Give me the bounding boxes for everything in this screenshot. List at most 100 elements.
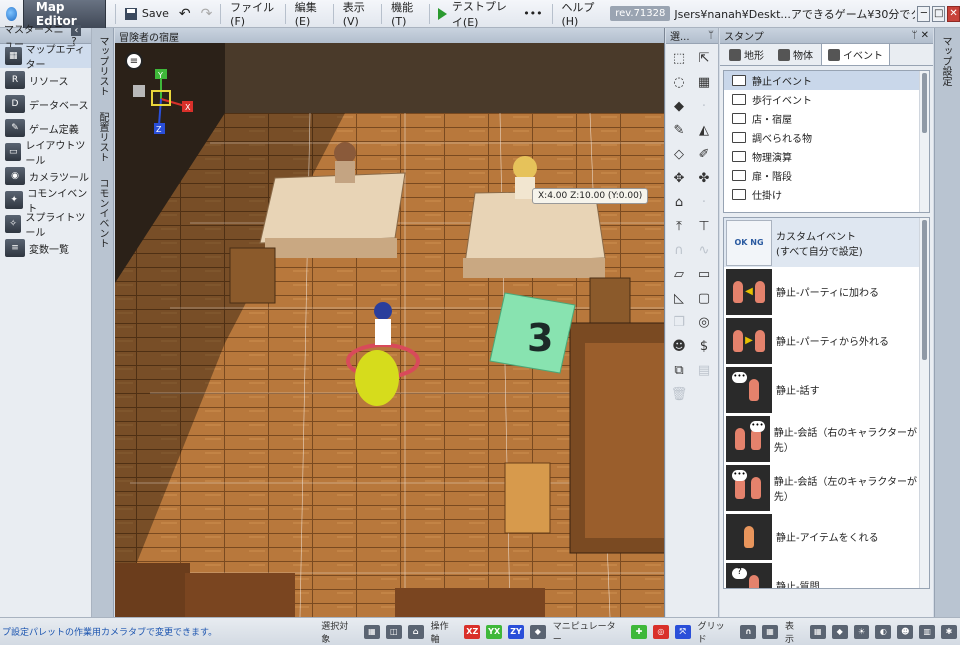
axis-xz-button[interactable]: XZ — [464, 624, 481, 639]
test-play-button[interactable]: テストプレイ(E) — [433, 0, 517, 29]
trash-icon: 🗑 — [670, 387, 688, 402]
circle-tool-icon[interactable]: ◎ — [693, 312, 715, 333]
event-join-party[interactable]: ◀ 静止-パーティに加わる — [724, 267, 929, 316]
rotate-gizmo-icon[interactable]: ◎ — [652, 624, 669, 639]
event-question[interactable]: ? 静止-質問 — [724, 561, 929, 588]
eyedropper-icon[interactable]: ✐ — [693, 144, 715, 165]
map-viewport[interactable]: 冒険者の宿屋 3 Y X Z ≡ X:4.00 Z:10.00 (Y:0.00) — [115, 28, 665, 617]
box-icon[interactable]: ▢ — [693, 288, 715, 309]
display-shadow-icon[interactable]: ◐ — [875, 624, 892, 639]
event-talk[interactable]: ••• 静止-話す — [724, 365, 929, 414]
character-icon[interactable]: ☻ — [668, 336, 690, 357]
folder-door-stairs[interactable]: 扉・階段 — [724, 166, 929, 185]
table-left[interactable] — [259, 172, 406, 258]
save-button[interactable]: Save — [119, 3, 174, 25]
blank-tool-icon: · — [701, 195, 707, 210]
tab-placement-list[interactable]: 配置リスト — [92, 104, 113, 170]
event-leave-party[interactable]: ▶ 静止-パーティから外れる — [724, 316, 929, 365]
select-event-icon[interactable]: ⌂ — [407, 624, 424, 639]
event-list-scrollbar[interactable] — [919, 218, 929, 588]
master-item-resource[interactable]: R リソース — [0, 68, 91, 92]
event-custom[interactable]: OK NG カスタムイベント (すべて自分で設定) — [724, 218, 929, 267]
event-conversation-left[interactable]: ••• 静止-会話（左のキャラクターが先） — [724, 463, 929, 512]
slope-icon[interactable]: ◺ — [668, 288, 690, 309]
more-button[interactable]: ••• — [517, 4, 548, 23]
display-grid-icon[interactable]: ▦ — [809, 624, 826, 639]
eraser-icon[interactable]: ◇ — [668, 144, 690, 165]
master-item-sprite-tool[interactable]: ✧ スプライトツール — [0, 212, 91, 239]
crate-object[interactable] — [504, 462, 551, 534]
menu-view[interactable]: 表示(V) — [337, 0, 379, 31]
tab-event[interactable]: イベント — [821, 43, 890, 65]
master-item-map-editor[interactable]: ▦ マップエディター — [0, 44, 91, 71]
pin-icon[interactable]: ᛘ ✕ — [911, 30, 929, 41]
display-cube-icon[interactable]: ◆ — [831, 624, 848, 639]
npc-character-brown[interactable] — [334, 142, 356, 183]
pencil-icon[interactable]: ✎ — [668, 120, 690, 141]
home-icon[interactable]: ⌂ — [668, 192, 690, 213]
folder-static-event[interactable]: 静止イベント — [724, 71, 929, 90]
scale-gizmo-icon[interactable]: ⤧ — [674, 624, 691, 639]
event-give-item[interactable]: 静止-アイテムをくれる — [724, 512, 929, 561]
display-settings-icon[interactable]: ✱ — [941, 624, 957, 639]
tab-common-event[interactable]: コモンイベント — [92, 170, 113, 256]
folder-physics[interactable]: 物理演算 — [724, 147, 929, 166]
chair[interactable] — [229, 247, 276, 304]
coin-icon[interactable]: $ — [693, 336, 715, 357]
event-stamp-list: OK NG カスタムイベント (すべて自分で設定) ◀ 静止-パーティに加わる … — [723, 217, 930, 589]
display-trash-icon[interactable]: ▥ — [919, 624, 936, 639]
menu-file[interactable]: ファイル(F) — [224, 0, 282, 31]
axis-yx-button[interactable]: YX — [486, 624, 503, 639]
stamp-icon[interactable]: ⊤ — [693, 216, 715, 237]
pointer-icon[interactable]: ⇱ — [693, 48, 715, 69]
pin-icon[interactable]: ᛘ — [708, 30, 714, 41]
grid-select-icon[interactable]: ▦ — [693, 72, 715, 93]
select-rect-icon[interactable]: ⬚ — [668, 48, 690, 69]
display-character-icon[interactable]: ☻ — [897, 624, 914, 639]
folder-examinable[interactable]: 調べられる物 — [724, 128, 929, 147]
spray-icon[interactable]: ✥ — [668, 168, 690, 189]
close-button[interactable]: ✕ — [947, 5, 960, 22]
collapse-icon[interactable]: ‹ — [71, 24, 82, 36]
menu-edit[interactable]: 編集(E) — [289, 0, 330, 31]
event-conversation-right[interactable]: ••• 静止-会話（右のキャラクターが先） — [724, 414, 929, 463]
tab-map-list[interactable]: マップリスト — [92, 28, 113, 104]
viewport-menu-icon[interactable]: ≡ — [125, 52, 143, 70]
axis-zy-button[interactable]: ZY — [508, 624, 524, 639]
select-target-icon[interactable]: ▦ — [364, 624, 380, 639]
event-number-block[interactable]: 3 — [489, 292, 576, 374]
maximize-button[interactable]: □ — [932, 5, 946, 22]
event-label: 静止-会話（右のキャラクターが先） — [773, 427, 917, 454]
cube-icon[interactable]: ◆ — [668, 96, 690, 117]
copy-icon[interactable]: ⧉ — [668, 360, 690, 381]
master-item-variable-list[interactable]: ≡ 変数一覧 — [0, 236, 91, 260]
scatter-icon[interactable]: ✤ — [693, 168, 715, 189]
tab-object[interactable]: 物体 — [772, 44, 819, 65]
master-item-database[interactable]: D データベース — [0, 92, 91, 116]
redo-button[interactable]: ↷ — [196, 3, 218, 25]
move-gizmo-icon[interactable]: ✚ — [631, 624, 647, 639]
folder-mechanism[interactable]: 仕掛け — [724, 185, 929, 204]
manipulator-icon[interactable]: ◆ — [529, 624, 546, 639]
folder-walking-event[interactable]: 歩行イベント — [724, 90, 929, 109]
grid-icon[interactable]: ▦ — [762, 624, 779, 639]
menu-function[interactable]: 機能(T) — [385, 0, 426, 31]
raise-icon[interactable]: ⤒ — [668, 216, 690, 237]
table-right[interactable] — [463, 190, 606, 278]
tab-map-settings[interactable]: マップ設定 — [935, 28, 956, 94]
menu-help[interactable]: ヘルプ(H) — [555, 0, 606, 31]
lasso-icon[interactable]: ◌ — [668, 72, 690, 93]
paint-bucket-icon[interactable]: ◭ — [693, 120, 715, 141]
master-item-layout-tool[interactable]: ▭ レイアウトツール — [0, 140, 91, 167]
plane-icon[interactable]: ▱ — [668, 264, 690, 285]
tab-terrain[interactable]: 地形 — [723, 44, 770, 65]
minimize-button[interactable]: ─ — [917, 5, 931, 22]
folder-shop-inn[interactable]: 店・宿屋 — [724, 109, 929, 128]
folder-scrollbar[interactable] — [919, 71, 929, 212]
magnet-icon[interactable]: ∩ — [740, 624, 757, 639]
select-object-icon[interactable]: ◫ — [385, 624, 402, 639]
panel-icon[interactable]: ▭ — [693, 264, 715, 285]
map-scene[interactable]: 3 Y X Z — [115, 43, 665, 617]
undo-button[interactable]: ↶ — [174, 3, 196, 25]
display-light-icon[interactable]: ☀ — [853, 624, 870, 639]
